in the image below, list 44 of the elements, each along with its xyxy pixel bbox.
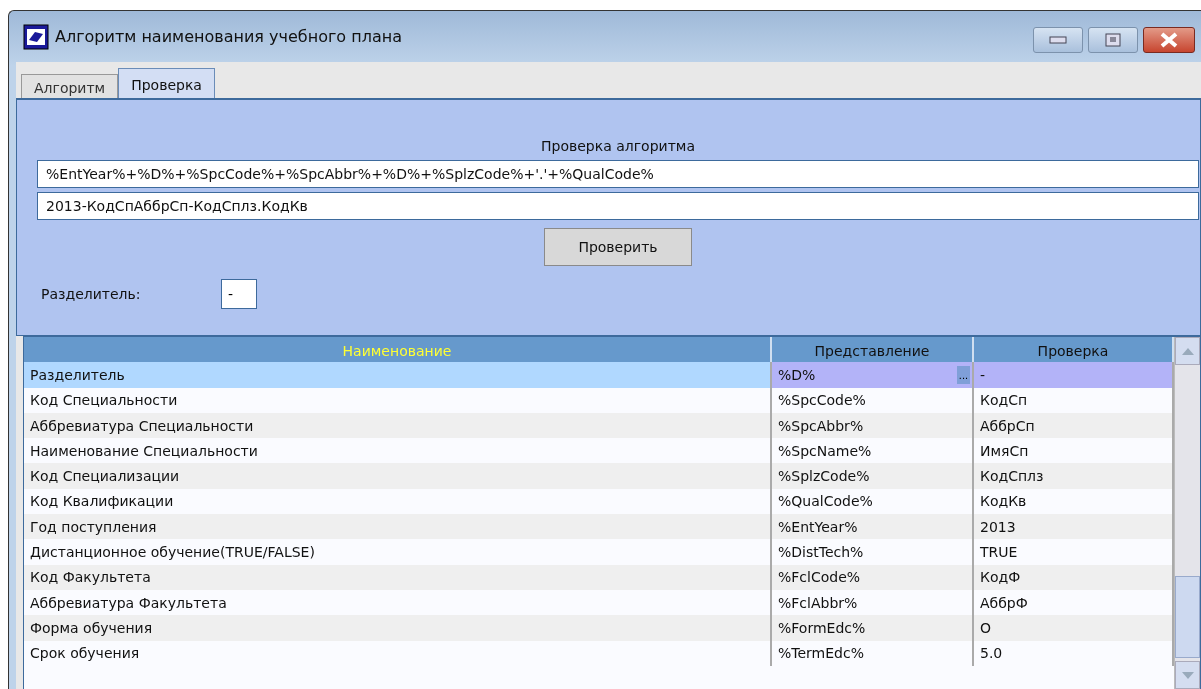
scrollbar-thumb[interactable] (1175, 576, 1200, 658)
tab[interactable]: Алгоритм (21, 74, 119, 98)
table-cell: %FclCode% (772, 564, 974, 590)
minimize-button[interactable] (1033, 27, 1083, 53)
scroll-down-button[interactable] (1175, 661, 1200, 689)
ellipsis-button[interactable]: ... (956, 365, 970, 384)
column-header[interactable]: Представление (772, 337, 974, 364)
column-header[interactable]: Проверка (974, 337, 1174, 364)
expression-field[interactable]: %EntYear%+%D%+%SpcCode%+%SpcAbbr%+%D%+%SplzCode%+'.'+%QualCode% (37, 160, 1199, 188)
table-cell: Аббревиатура Специальности (24, 412, 772, 439)
table-cell: - (974, 362, 1174, 388)
table-cell: Код Факультета (24, 564, 772, 590)
section-heading: Проверка алгоритма (540, 138, 696, 154)
field-label: Разделитель: (41, 286, 142, 302)
table-cell: 2013 (974, 514, 1174, 540)
close-icon (1159, 32, 1179, 48)
table-cell: Форма обучения (24, 615, 772, 641)
table-cell: КодФ (974, 564, 1174, 590)
table-cell: Срок обучения (24, 640, 772, 666)
table-cell: %FormEdc% (772, 615, 974, 641)
minimize-icon (1049, 36, 1067, 44)
scroll-up-button[interactable] (1175, 337, 1200, 365)
table-cell: АббрСп (974, 412, 1174, 439)
check-button[interactable]: Проверить (544, 228, 692, 266)
table-cell: Год поступления (24, 514, 772, 540)
maximize-button[interactable] (1088, 27, 1138, 53)
cell-text: %D% (778, 366, 816, 383)
down-arrow-icon (1181, 671, 1194, 679)
window-title: Алгоритм наименования учебного плана (55, 27, 403, 46)
table-cell: КодСплз (974, 463, 1174, 489)
table-cell: %EntYear% (772, 514, 974, 540)
table-cell: Разделитель (24, 362, 772, 388)
result-field[interactable]: 2013-КодСпАббрСп-КодСплз.КодКв (37, 192, 1199, 220)
close-button[interactable] (1143, 27, 1195, 53)
table-cell: %SpcAbbr% (772, 412, 974, 439)
tab[interactable]: Проверка (118, 68, 215, 98)
table-cell: Код Специализации (24, 463, 772, 489)
maximize-icon (1105, 33, 1121, 47)
app-icon (23, 23, 49, 50)
table-cell: О (974, 615, 1174, 641)
up-arrow-icon (1181, 347, 1194, 355)
table-cell: %SplzCode% (772, 463, 974, 489)
separator-field[interactable]: - (221, 279, 257, 309)
table-cell: %TermEdc% (772, 640, 974, 666)
